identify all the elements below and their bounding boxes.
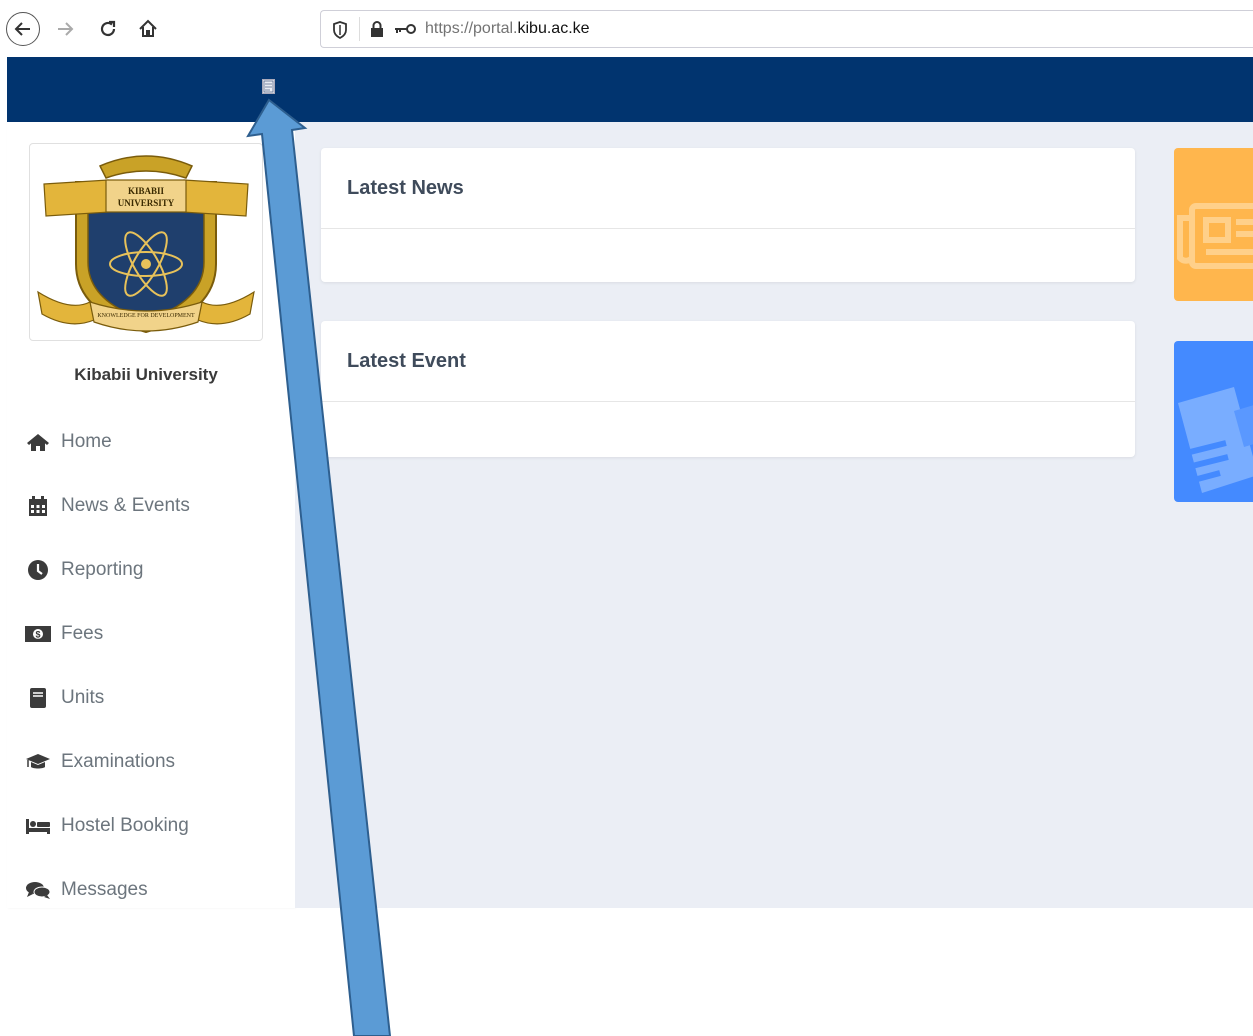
sidebar-item-label: Reporting — [61, 559, 144, 580]
sidebar-item-units[interactable]: Units — [25, 680, 104, 716]
portal-header — [7, 57, 1253, 122]
home-button[interactable] — [133, 14, 163, 44]
money-icon: $ — [25, 623, 51, 645]
sidebar-item-messages[interactable]: Messages — [25, 872, 148, 908]
url-bar[interactable]: https://portal.kibu.ac.ke — [320, 10, 1253, 48]
sidebar-item-reporting[interactable]: Reporting — [25, 552, 143, 588]
sidebar: KIBABII UNIVERSITY KNOWLEDGE FOR DEVELOP… — [7, 122, 295, 908]
comments-icon — [25, 879, 51, 901]
sidebar-item-label: Hostel Booking — [61, 815, 189, 836]
graduation-cap-icon — [25, 751, 51, 773]
tracking-shield-icon[interactable] — [331, 20, 349, 40]
university-name: Kibabii University — [74, 365, 218, 384]
url-text[interactable]: https://portal.kibu.ac.ke — [425, 20, 590, 38]
news-tile[interactable] — [1174, 148, 1253, 301]
latest-event-card: Latest Event — [321, 321, 1135, 457]
url-separator — [359, 17, 360, 41]
reload-button[interactable] — [93, 14, 123, 44]
card-title: Latest Event — [321, 321, 1135, 402]
svg-text:$: $ — [35, 630, 40, 640]
sidebar-item-label: Units — [61, 687, 105, 708]
sidebar-item-news-events[interactable]: News & Events — [25, 488, 190, 524]
forward-button[interactable] — [50, 14, 80, 44]
book-icon — [25, 687, 51, 709]
reload-icon — [100, 20, 116, 37]
lock-icon[interactable] — [369, 20, 385, 38]
sidebar-item-label: Fees — [61, 623, 104, 644]
university-logo[interactable]: KIBABII UNIVERSITY KNOWLEDGE FOR DEVELOP… — [29, 143, 263, 341]
home-icon — [25, 431, 51, 453]
sidebar-item-label: News & Events — [61, 495, 190, 516]
home-icon — [139, 19, 157, 37]
broken-image-icon[interactable] — [262, 79, 275, 94]
key-icon[interactable] — [393, 23, 417, 35]
sidebar-item-label: Messages — [61, 879, 148, 900]
logo-text-mid: UNIVERSITY — [118, 198, 175, 208]
sidebar-item-examinations[interactable]: Examinations — [25, 744, 175, 780]
main-content: Latest News Latest Event — [295, 122, 1253, 908]
sidebar-item-label: Home — [61, 431, 112, 452]
browser-toolbar: https://portal.kibu.ac.ke — [0, 0, 1253, 57]
calendar-icon — [25, 495, 51, 517]
url-host: kibu.ac.ke — [517, 20, 590, 37]
bed-icon — [25, 815, 51, 837]
back-arrow-icon — [14, 22, 30, 36]
url-prefix: https://portal. — [425, 20, 518, 37]
sidebar-item-fees[interactable]: $ Fees — [25, 616, 103, 652]
document-icon — [1178, 387, 1253, 493]
logo-text-top: KIBABII — [128, 186, 165, 196]
clock-icon — [25, 559, 51, 581]
logo-motto: KNOWLEDGE FOR DEVELOPMENT — [97, 313, 195, 319]
back-button[interactable] — [6, 12, 40, 46]
newspaper-icon — [1177, 203, 1253, 269]
latest-news-card: Latest News — [321, 148, 1135, 282]
university-crest: KIBABII UNIVERSITY KNOWLEDGE FOR DEVELOP… — [37, 155, 255, 334]
sidebar-item-label: Examinations — [61, 751, 176, 772]
sidebar-item-hostel-booking[interactable]: Hostel Booking — [25, 808, 189, 844]
forward-arrow-icon — [58, 22, 74, 36]
card-title: Latest News — [321, 148, 1135, 229]
documents-tile[interactable] — [1174, 341, 1253, 502]
sidebar-item-home[interactable]: Home — [25, 424, 112, 460]
